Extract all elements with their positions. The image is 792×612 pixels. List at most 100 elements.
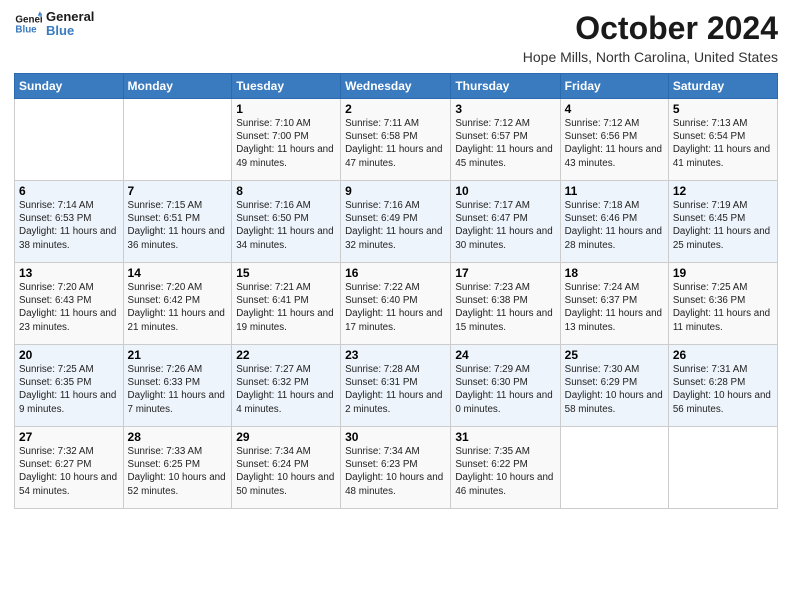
day-number: 27 [19, 430, 119, 444]
day-info: Sunrise: 7:25 AM Sunset: 6:35 PM Dayligh… [19, 363, 119, 416]
calendar-cell: 20Sunrise: 7:25 AM Sunset: 6:35 PM Dayli… [15, 345, 124, 427]
day-info: Sunrise: 7:25 AM Sunset: 6:36 PM Dayligh… [673, 281, 773, 334]
calendar-cell: 22Sunrise: 7:27 AM Sunset: 6:32 PM Dayli… [232, 345, 341, 427]
header-friday: Friday [560, 74, 668, 99]
calendar-cell: 25Sunrise: 7:30 AM Sunset: 6:29 PM Dayli… [560, 345, 668, 427]
calendar-cell: 13Sunrise: 7:20 AM Sunset: 6:43 PM Dayli… [15, 263, 124, 345]
calendar-cell: 28Sunrise: 7:33 AM Sunset: 6:25 PM Dayli… [123, 427, 232, 509]
calendar-cell: 2Sunrise: 7:11 AM Sunset: 6:58 PM Daylig… [341, 99, 451, 181]
calendar-week-row: 20Sunrise: 7:25 AM Sunset: 6:35 PM Dayli… [15, 345, 778, 427]
day-info: Sunrise: 7:33 AM Sunset: 6:25 PM Dayligh… [128, 445, 228, 498]
day-info: Sunrise: 7:29 AM Sunset: 6:30 PM Dayligh… [455, 363, 555, 416]
day-number: 3 [455, 102, 555, 116]
day-info: Sunrise: 7:14 AM Sunset: 6:53 PM Dayligh… [19, 199, 119, 252]
day-number: 22 [236, 348, 336, 362]
header-wednesday: Wednesday [341, 74, 451, 99]
weekday-header-row: Sunday Monday Tuesday Wednesday Thursday… [15, 74, 778, 99]
day-info: Sunrise: 7:13 AM Sunset: 6:54 PM Dayligh… [673, 117, 773, 170]
calendar-cell: 24Sunrise: 7:29 AM Sunset: 6:30 PM Dayli… [451, 345, 560, 427]
month-title: October 2024 [523, 10, 778, 47]
calendar-cell: 11Sunrise: 7:18 AM Sunset: 6:46 PM Dayli… [560, 181, 668, 263]
day-info: Sunrise: 7:26 AM Sunset: 6:33 PM Dayligh… [128, 363, 228, 416]
calendar-cell: 31Sunrise: 7:35 AM Sunset: 6:22 PM Dayli… [451, 427, 560, 509]
day-info: Sunrise: 7:34 AM Sunset: 6:24 PM Dayligh… [236, 445, 336, 498]
day-number: 10 [455, 184, 555, 198]
calendar-cell: 4Sunrise: 7:12 AM Sunset: 6:56 PM Daylig… [560, 99, 668, 181]
day-info: Sunrise: 7:12 AM Sunset: 6:57 PM Dayligh… [455, 117, 555, 170]
day-info: Sunrise: 7:22 AM Sunset: 6:40 PM Dayligh… [345, 281, 446, 334]
calendar-cell: 16Sunrise: 7:22 AM Sunset: 6:40 PM Dayli… [341, 263, 451, 345]
calendar-body: 1Sunrise: 7:10 AM Sunset: 7:00 PM Daylig… [15, 99, 778, 509]
calendar-cell: 5Sunrise: 7:13 AM Sunset: 6:54 PM Daylig… [668, 99, 777, 181]
calendar-table: Sunday Monday Tuesday Wednesday Thursday… [14, 73, 778, 509]
day-number: 29 [236, 430, 336, 444]
day-number: 6 [19, 184, 119, 198]
day-info: Sunrise: 7:15 AM Sunset: 6:51 PM Dayligh… [128, 199, 228, 252]
calendar-cell: 3Sunrise: 7:12 AM Sunset: 6:57 PM Daylig… [451, 99, 560, 181]
title-block: October 2024 Hope Mills, North Carolina,… [523, 10, 778, 65]
day-info: Sunrise: 7:12 AM Sunset: 6:56 PM Dayligh… [565, 117, 664, 170]
day-number: 28 [128, 430, 228, 444]
day-info: Sunrise: 7:35 AM Sunset: 6:22 PM Dayligh… [455, 445, 555, 498]
day-number: 7 [128, 184, 228, 198]
calendar-cell: 23Sunrise: 7:28 AM Sunset: 6:31 PM Dayli… [341, 345, 451, 427]
calendar-cell: 1Sunrise: 7:10 AM Sunset: 7:00 PM Daylig… [232, 99, 341, 181]
header-thursday: Thursday [451, 74, 560, 99]
day-number: 20 [19, 348, 119, 362]
day-number: 12 [673, 184, 773, 198]
day-number: 14 [128, 266, 228, 280]
day-number: 1 [236, 102, 336, 116]
day-info: Sunrise: 7:32 AM Sunset: 6:27 PM Dayligh… [19, 445, 119, 498]
calendar-cell: 12Sunrise: 7:19 AM Sunset: 6:45 PM Dayli… [668, 181, 777, 263]
calendar-week-row: 1Sunrise: 7:10 AM Sunset: 7:00 PM Daylig… [15, 99, 778, 181]
day-number: 31 [455, 430, 555, 444]
day-number: 11 [565, 184, 664, 198]
day-info: Sunrise: 7:19 AM Sunset: 6:45 PM Dayligh… [673, 199, 773, 252]
day-info: Sunrise: 7:11 AM Sunset: 6:58 PM Dayligh… [345, 117, 446, 170]
calendar-cell: 6Sunrise: 7:14 AM Sunset: 6:53 PM Daylig… [15, 181, 124, 263]
calendar-cell: 14Sunrise: 7:20 AM Sunset: 6:42 PM Dayli… [123, 263, 232, 345]
day-info: Sunrise: 7:31 AM Sunset: 6:28 PM Dayligh… [673, 363, 773, 416]
day-number: 15 [236, 266, 336, 280]
calendar-cell [560, 427, 668, 509]
day-number: 5 [673, 102, 773, 116]
calendar-cell: 15Sunrise: 7:21 AM Sunset: 6:41 PM Dayli… [232, 263, 341, 345]
day-number: 8 [236, 184, 336, 198]
day-info: Sunrise: 7:27 AM Sunset: 6:32 PM Dayligh… [236, 363, 336, 416]
calendar-cell: 27Sunrise: 7:32 AM Sunset: 6:27 PM Dayli… [15, 427, 124, 509]
calendar-week-row: 27Sunrise: 7:32 AM Sunset: 6:27 PM Dayli… [15, 427, 778, 509]
calendar-cell [668, 427, 777, 509]
calendar-week-row: 6Sunrise: 7:14 AM Sunset: 6:53 PM Daylig… [15, 181, 778, 263]
day-number: 30 [345, 430, 446, 444]
calendar-cell: 7Sunrise: 7:15 AM Sunset: 6:51 PM Daylig… [123, 181, 232, 263]
header-tuesday: Tuesday [232, 74, 341, 99]
page-container: General Blue General Blue October 2024 H… [0, 0, 792, 612]
day-number: 24 [455, 348, 555, 362]
day-number: 16 [345, 266, 446, 280]
calendar-cell: 26Sunrise: 7:31 AM Sunset: 6:28 PM Dayli… [668, 345, 777, 427]
day-number: 13 [19, 266, 119, 280]
day-number: 17 [455, 266, 555, 280]
logo-text-general: General [46, 10, 94, 24]
day-number: 18 [565, 266, 664, 280]
day-info: Sunrise: 7:20 AM Sunset: 6:43 PM Dayligh… [19, 281, 119, 334]
day-info: Sunrise: 7:16 AM Sunset: 6:49 PM Dayligh… [345, 199, 446, 252]
day-number: 9 [345, 184, 446, 198]
calendar-header: Sunday Monday Tuesday Wednesday Thursday… [15, 74, 778, 99]
day-info: Sunrise: 7:16 AM Sunset: 6:50 PM Dayligh… [236, 199, 336, 252]
day-info: Sunrise: 7:10 AM Sunset: 7:00 PM Dayligh… [236, 117, 336, 170]
svg-text:Blue: Blue [15, 25, 37, 36]
calendar-cell [15, 99, 124, 181]
calendar-cell: 9Sunrise: 7:16 AM Sunset: 6:49 PM Daylig… [341, 181, 451, 263]
day-number: 2 [345, 102, 446, 116]
day-info: Sunrise: 7:23 AM Sunset: 6:38 PM Dayligh… [455, 281, 555, 334]
calendar-cell: 10Sunrise: 7:17 AM Sunset: 6:47 PM Dayli… [451, 181, 560, 263]
day-number: 23 [345, 348, 446, 362]
day-info: Sunrise: 7:28 AM Sunset: 6:31 PM Dayligh… [345, 363, 446, 416]
day-number: 25 [565, 348, 664, 362]
day-number: 4 [565, 102, 664, 116]
day-info: Sunrise: 7:17 AM Sunset: 6:47 PM Dayligh… [455, 199, 555, 252]
calendar-cell: 29Sunrise: 7:34 AM Sunset: 6:24 PM Dayli… [232, 427, 341, 509]
day-info: Sunrise: 7:24 AM Sunset: 6:37 PM Dayligh… [565, 281, 664, 334]
calendar-cell [123, 99, 232, 181]
